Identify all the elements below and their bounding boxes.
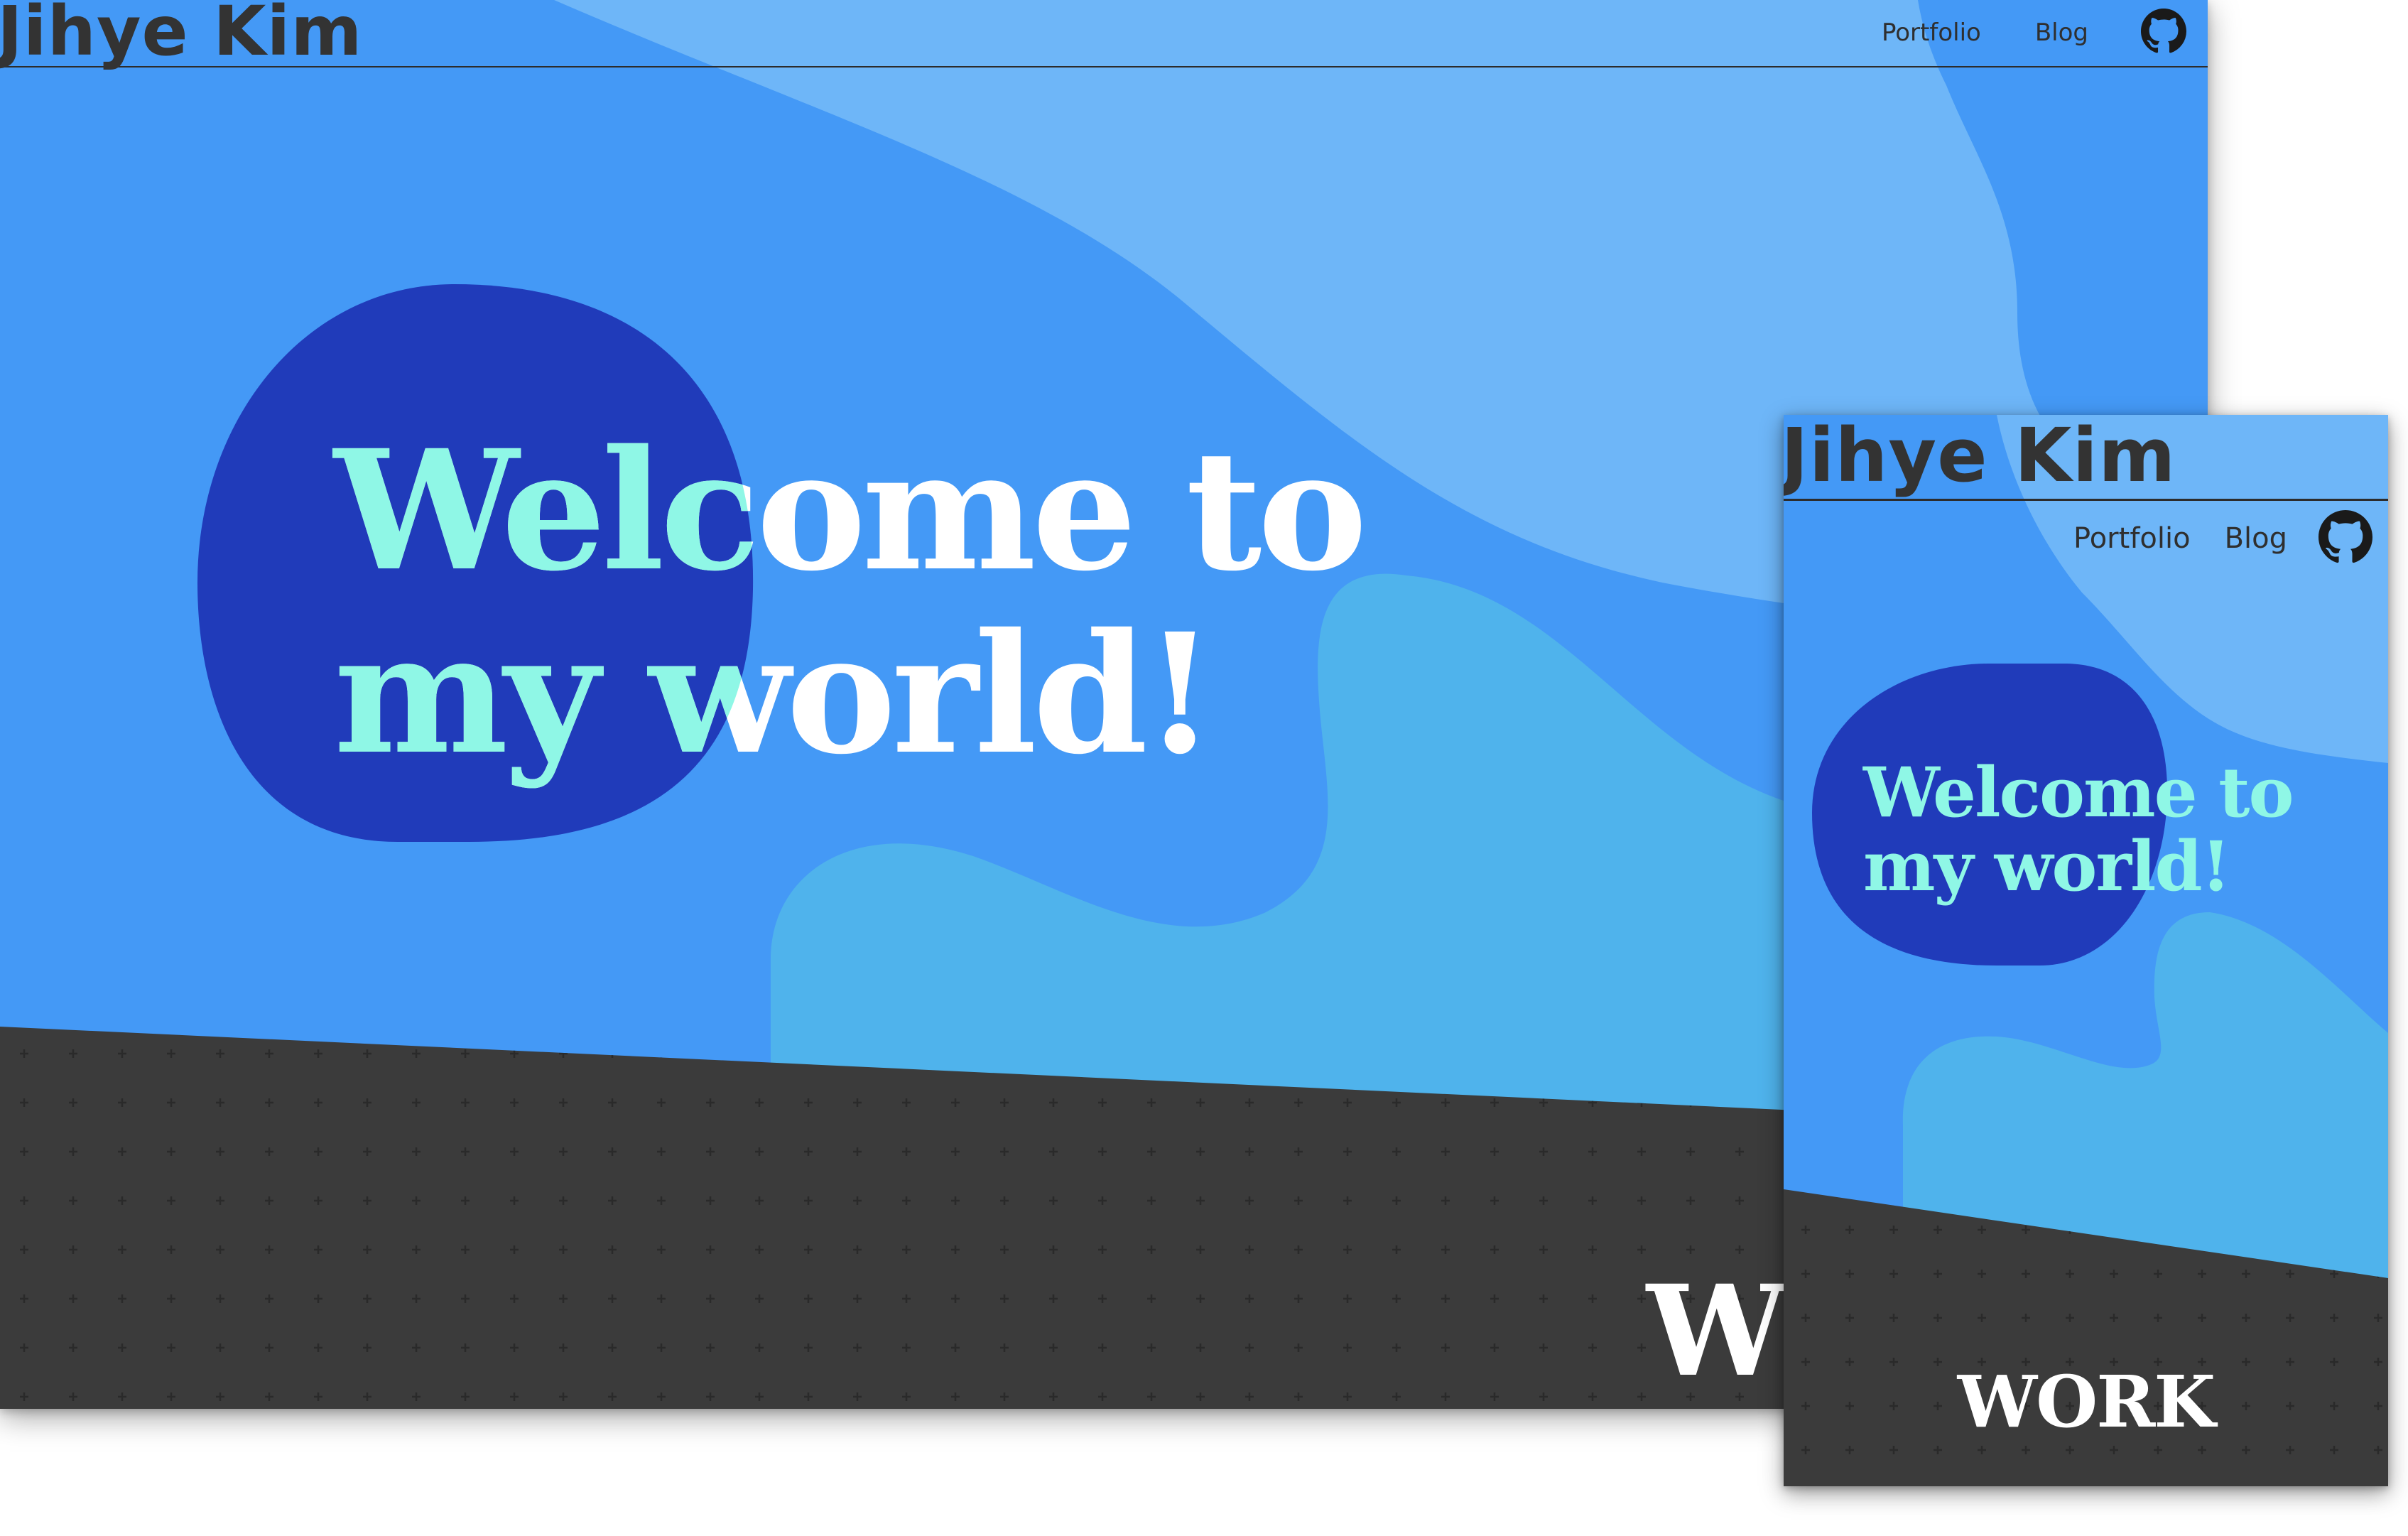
mobile-screenshot: Jihye Kim Portfolio Blog Welcome to my w… [1784,415,2388,1486]
desktop-nav-portfolio[interactable]: Portfolio [1882,18,1981,47]
mobile-nav-blog[interactable]: Blog [2225,522,2287,555]
mobile-work-heading: WORK [1957,1360,2216,1444]
desktop-nav-blog[interactable]: Blog [2035,18,2088,47]
mobile-nav-portfolio[interactable]: Portfolio [2073,522,2191,555]
mobile-header: Jihye Kim [1784,415,2388,501]
mobile-hero-line-1: Welcome to [1863,752,2294,833]
github-icon[interactable] [2141,8,2186,58]
mobile-hero-title: Welcome to my world! [1863,752,2294,907]
mobile-hero-line-2: my world! [1863,826,2231,907]
mobile-logo[interactable]: Jihye Kim [1784,415,2176,499]
mobile-background-art [1784,415,2388,1486]
mobile-nav: Portfolio Blog [2073,509,2372,568]
github-icon[interactable] [2318,509,2372,568]
desktop-nav: Portfolio Blog [1882,8,2186,58]
desktop-header: Jihye Kim Portfolio Blog [0,0,2208,71]
desktop-logo[interactable]: Jihye Kim [0,0,362,71]
